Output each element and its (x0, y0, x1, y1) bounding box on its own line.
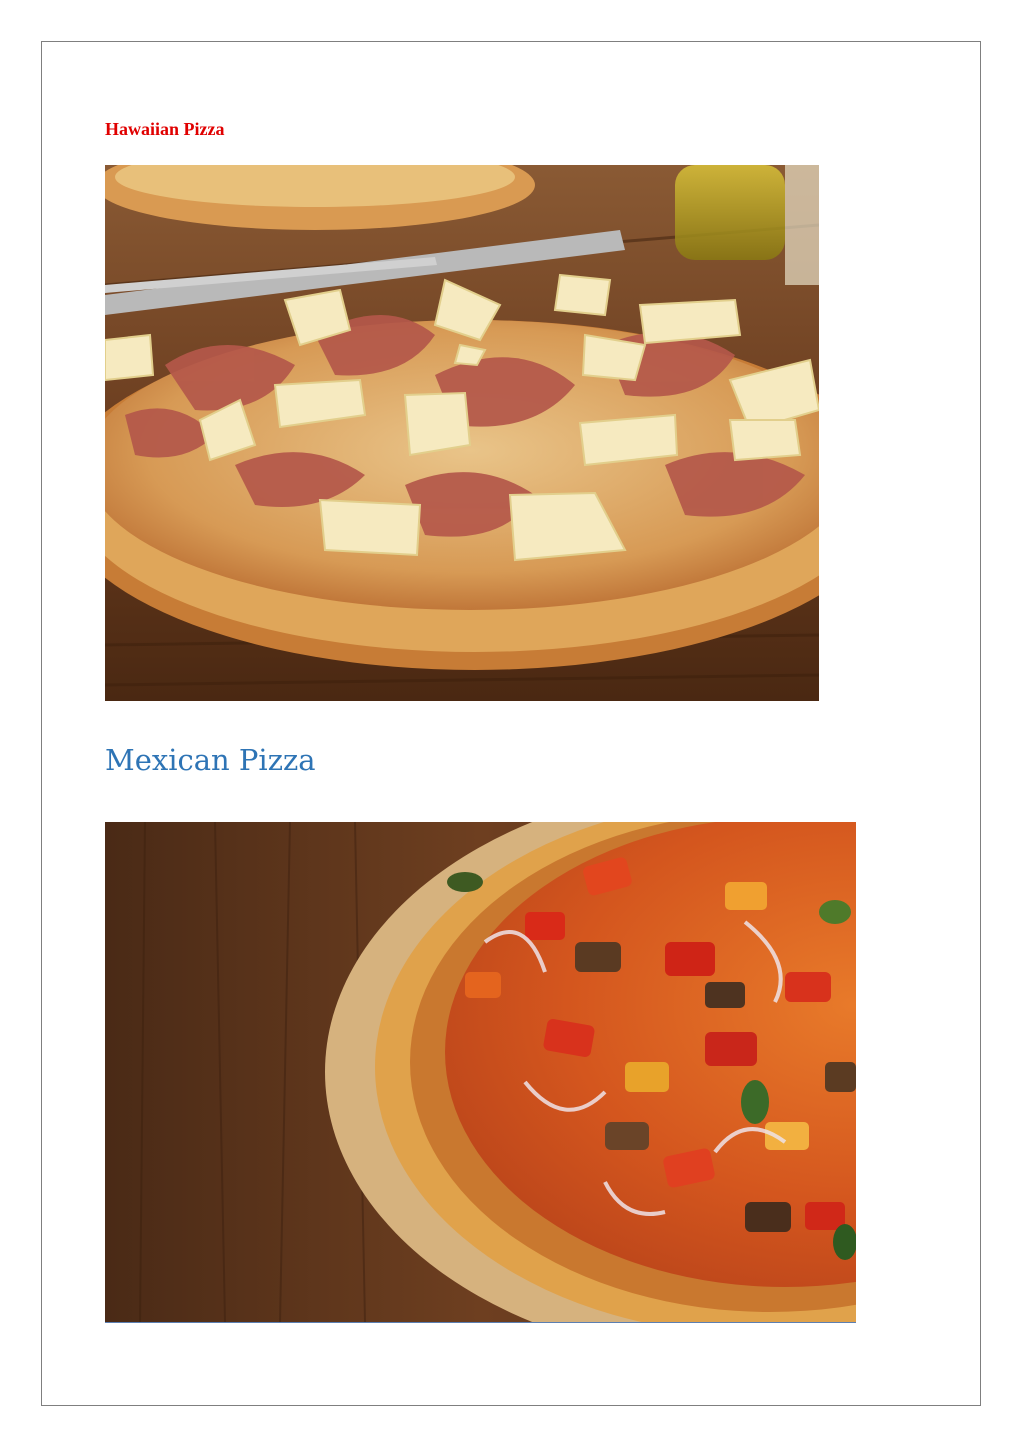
section-heading-mexican: Mexican Pizza (105, 743, 316, 777)
section-heading-hawaiian: Hawaiian Pizza (105, 119, 225, 139)
mexican-pizza-photo (105, 822, 856, 1323)
hawaiian-pizza-photo (105, 165, 819, 701)
